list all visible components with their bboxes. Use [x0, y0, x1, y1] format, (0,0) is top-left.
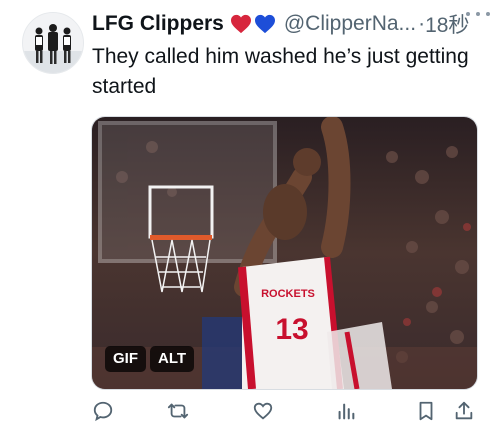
- display-name[interactable]: LFG Clippers: [92, 12, 224, 36]
- share-icon[interactable]: [449, 396, 479, 426]
- action-bar: [0, 396, 500, 430]
- gif-badge[interactable]: GIF: [105, 346, 146, 372]
- blue-heart-icon: [254, 14, 276, 34]
- views-icon[interactable]: [331, 396, 361, 426]
- timestamp[interactable]: 18秒: [425, 9, 469, 39]
- avatar-image: [23, 13, 83, 73]
- bookmark-icon[interactable]: [411, 396, 441, 426]
- alt-text-badge[interactable]: ALT: [150, 346, 195, 372]
- tweet-text: They called him washed he’s just getting…: [92, 45, 469, 98]
- tweet-media[interactable]: ROCKETS 13: [91, 116, 478, 390]
- retweet-icon[interactable]: [163, 396, 193, 426]
- jersey-text: ROCKETS: [261, 288, 315, 300]
- separator-dot: ·: [418, 12, 426, 35]
- reply-icon[interactable]: [88, 396, 118, 426]
- user-handle[interactable]: @ClipperNa...: [284, 12, 416, 36]
- avatar[interactable]: [22, 12, 84, 74]
- more-options-icon[interactable]: [466, 10, 490, 18]
- tweet-header: LFG Clippers @ClipperNa... · 18秒: [92, 10, 480, 38]
- jersey-number: 13: [275, 313, 308, 346]
- like-icon[interactable]: [248, 396, 278, 426]
- red-heart-icon: [230, 14, 252, 34]
